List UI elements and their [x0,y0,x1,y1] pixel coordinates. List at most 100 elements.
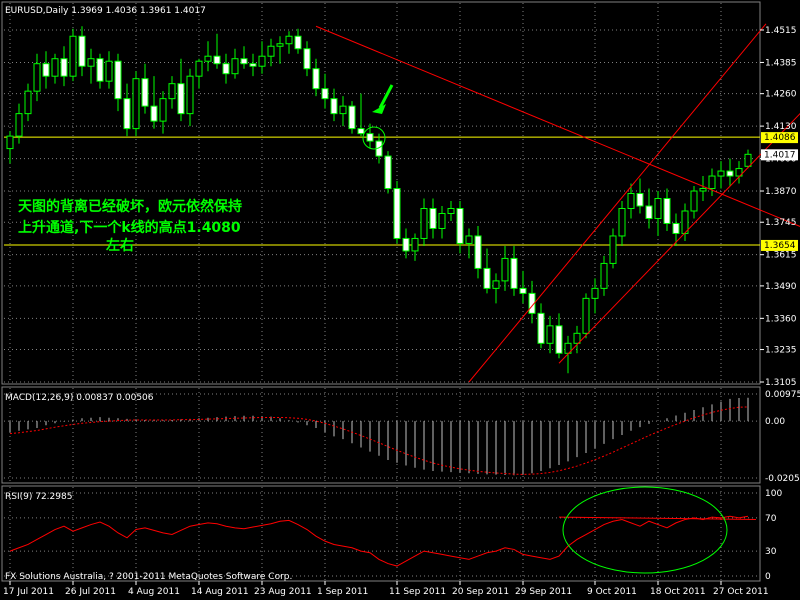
candle-body [501,257,509,282]
candle-body [600,262,608,289]
candle-body [726,170,734,177]
candle-body [78,35,86,67]
chart-header: EURUSD,Daily 1.3969 1.4036 1.3961 1.4017 [5,6,206,16]
candle-body [663,198,671,224]
candle-body [285,35,293,45]
annotation-line-1: 天图的背离已经破坏，欧元依然保持 [18,198,242,215]
current-price-label: 1.4017 [764,150,796,160]
macd-tick-label: -0.0205 [765,474,800,484]
candle-body [24,90,32,115]
date-tick-label: 23 Aug 2011 [254,587,312,597]
candle-body [717,170,725,177]
candle-body [96,58,104,82]
price-tick-label: 1.3490 [765,282,797,292]
candle-body [303,48,311,70]
candle-body [357,128,365,135]
copyright-footer: FX Solutions Australia, ? 2001-2011 Meta… [5,572,292,582]
candle-body [699,188,707,192]
price-tick-label: 1.3745 [765,218,797,228]
candle-body [177,83,185,115]
candle-body [222,63,230,75]
candle-body [384,155,392,190]
candle-body [483,267,491,289]
candle-body [411,237,419,252]
candle-body [60,58,68,77]
date-tick-label: 17 Jul 2011 [3,587,54,597]
candle-body [393,188,401,239]
date-tick-label: 20 Sep 2011 [452,587,509,597]
candle-body [627,193,635,209]
candle-body [492,280,500,289]
candle-body [636,193,644,207]
candle-body [420,207,428,239]
trading-chart: 1.45151.43851.42601.41301.40001.38701.37… [0,0,800,600]
rsi-tick-label: 30 [765,547,777,557]
candle-body [195,60,203,77]
rsi-label: RSI(9) 72.2985 [5,492,72,502]
price-tick-label: 1.3360 [765,314,797,324]
candle-body [6,135,14,150]
candle-body [186,75,194,115]
candle-body [555,325,563,354]
candle-body [330,98,338,115]
candle-body [312,68,320,90]
candle-body [654,198,662,219]
candle-body [456,207,464,244]
price-tick-label: 1.4515 [765,26,797,36]
candle-body [105,60,113,82]
candle-body [168,83,176,100]
candle-body [294,35,302,50]
date-tick-label: 18 Oct 2011 [650,587,706,597]
candle-body [69,35,77,77]
candle-body [141,78,149,107]
candle-body [465,235,473,244]
price-tick-label: 1.3870 [765,187,797,197]
candle-body [42,63,50,77]
date-tick-label: 27 Oct 2011 [713,587,769,597]
candle-body [438,212,446,229]
candle-body [609,235,617,264]
candle-body [645,205,653,219]
price-tick-label: 1.3235 [765,346,797,356]
candle-body [744,153,752,167]
date-tick-label: 14 Aug 2011 [191,587,249,597]
candle-body [213,55,221,65]
rsi-tick-label: 70 [765,514,777,524]
candle-body [708,175,716,190]
rsi-tick-label: 100 [765,489,782,499]
date-tick-label: 9 Oct 2011 [587,587,637,597]
candle-body [249,63,257,67]
candle-body [519,287,527,294]
macd-tick-label: 0.00975 [765,390,800,400]
date-tick-label: 4 Aug 2011 [128,587,180,597]
date-tick-label: 26 Jul 2011 [65,587,116,597]
candle-body [87,58,95,67]
candle-body [447,207,455,214]
candle-body [114,60,122,100]
candle-body [339,105,347,115]
candle-body [132,78,140,130]
candle-body [321,88,329,100]
date-tick-label: 1 Sep 2011 [317,587,368,597]
level-price-label: 1.3654 [764,241,796,251]
candle-body [474,235,482,269]
candle-body [231,58,239,75]
candle-body [582,297,590,334]
candle-body [267,45,275,57]
candle-body [510,257,518,289]
price-tick-label: 1.4260 [765,90,797,100]
date-tick-label: 29 Sep 2011 [515,587,572,597]
price-tick-label: 1.3105 [765,378,797,388]
price-tick-label: 1.4385 [765,58,797,68]
level-price-label: 1.4086 [764,133,796,143]
candle-body [672,222,680,234]
macd-tick-label: 0.00 [765,417,785,427]
price-tick-label: 1.4130 [765,122,797,132]
candle-body [546,325,554,344]
candle-body [150,105,158,122]
candle-body [159,98,167,122]
candle-body [618,207,626,237]
candle-body [690,190,698,212]
candle-body [366,133,374,142]
candle-body [240,58,248,65]
